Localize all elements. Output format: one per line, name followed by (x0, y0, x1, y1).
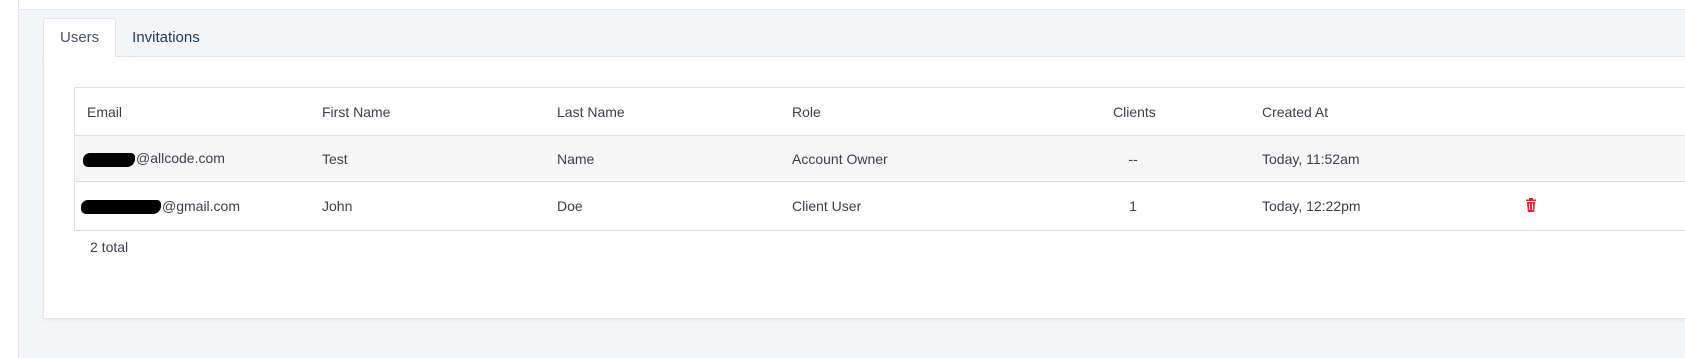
last-name-cell: Doe (557, 198, 583, 214)
email-domain: @allcode.com (136, 150, 225, 167)
total-count: 2 total (90, 239, 129, 255)
email-domain: @gmail.com (162, 197, 241, 214)
created-at-cell: Today, 12:22pm (1262, 198, 1361, 214)
clients-cell: -- (1128, 150, 1138, 167)
table-row[interactable]: @allcode.com Test Name Account Owner -- … (75, 136, 1685, 182)
redaction-mark (83, 152, 135, 167)
role-cell: Account Owner (792, 150, 888, 167)
top-bar (19, 0, 1685, 10)
tab-users[interactable]: Users (43, 18, 117, 57)
role-cell: Client User (792, 198, 862, 214)
trash-icon[interactable] (1525, 197, 1537, 212)
users-table: Email First Name Last Name Role Clients … (74, 87, 1685, 231)
clients-cell: 1 (1129, 198, 1137, 214)
users-panel: Email First Name Last Name Role Clients … (43, 56, 1685, 319)
column-header-first-name[interactable]: First Name (322, 104, 390, 120)
table-header-row: Email First Name Last Name Role Clients … (75, 88, 1685, 136)
email-cell: @allcode.com (83, 150, 225, 167)
tab-invitations[interactable]: Invitations (116, 18, 216, 57)
first-name-cell: John (322, 198, 353, 214)
column-header-role[interactable]: Role (792, 104, 821, 120)
last-name-cell: Name (557, 150, 595, 167)
table-row[interactable]: @gmail.com John Doe Client User 1 Today,… (75, 182, 1685, 230)
tab-bar: Users Invitations (43, 17, 216, 57)
column-header-last-name[interactable]: Last Name (557, 104, 625, 120)
column-header-created-at[interactable]: Created At (1262, 104, 1328, 120)
column-header-email[interactable]: Email (87, 104, 122, 120)
email-cell: @gmail.com (81, 197, 241, 215)
created-at-cell: Today, 11:52am (1262, 150, 1360, 167)
column-header-clients[interactable]: Clients (1113, 104, 1156, 120)
left-sidebar-rail (0, 0, 19, 358)
first-name-cell: Test (322, 150, 348, 167)
delete-user-button[interactable] (1525, 197, 1537, 215)
redaction-mark (81, 200, 161, 215)
